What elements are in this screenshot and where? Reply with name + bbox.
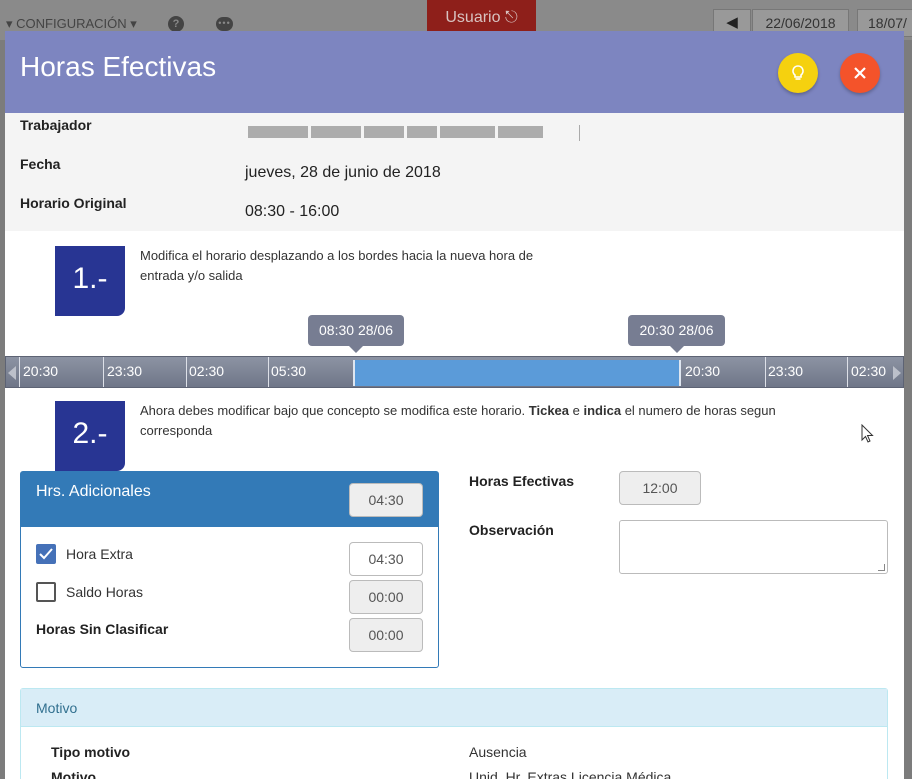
effective-hours-modal: Horas Efectivas Trabajador Fecha jueves,…	[5, 31, 904, 779]
timeline-tick-label: 20:30	[685, 363, 721, 379]
timeline-tick	[103, 357, 104, 387]
timeline-tick	[186, 357, 187, 387]
schedule-label: Horario Original	[20, 195, 127, 211]
additional-hours-title: Hrs. Adicionales	[36, 483, 151, 500]
step-2-text: Ahora debes modificar bajo que concepto …	[140, 401, 780, 441]
reason-title: Motivo	[36, 700, 78, 716]
arrow-left-icon: ◀	[726, 14, 738, 31]
config-menu-label: CONFIGURACIÓN	[16, 16, 127, 31]
check-icon	[39, 548, 53, 560]
unclassified-label: Horas Sin Clasificar	[36, 621, 169, 637]
step-2-bold-indicate: indica	[583, 403, 622, 418]
reason-type-value: Ausencia	[469, 744, 527, 760]
additional-hours-header: Hrs. Adicionales 04:30	[21, 472, 438, 527]
worker-name-redacted	[248, 126, 578, 140]
timeline-tick	[765, 357, 766, 387]
overtime-label: Hora Extra	[66, 546, 133, 562]
reason-header: Motivo	[21, 689, 887, 727]
logout-icon: ⎋	[504, 9, 518, 26]
observation-label: Observación	[469, 522, 554, 538]
lightbulb-icon	[792, 65, 804, 80]
reason-panel: Motivo Tipo motivo Ausencia Motivo Unid.…	[20, 688, 888, 779]
timeline-tick	[847, 357, 848, 387]
timeline-tick-label: 23:30	[107, 363, 143, 379]
balance-checkbox[interactable]	[36, 582, 56, 602]
additional-hours-panel: Hrs. Adicionales 04:30 Hora Extra 04:30 …	[20, 471, 439, 668]
date-label: Fecha	[20, 156, 61, 172]
unclassified-input: 00:00	[349, 618, 423, 652]
timeline-tick	[19, 357, 20, 387]
effective-hours-label: Horas Efectivas	[469, 473, 575, 489]
mouse-cursor-icon	[861, 424, 874, 443]
date-value: jueves, 28 de junio de 2018	[245, 164, 441, 181]
step-2-bold-tick: Tickea	[528, 403, 570, 418]
tip-button[interactable]	[778, 53, 818, 93]
modal-header: Horas Efectivas	[5, 31, 904, 113]
step-1-badge: 1.-	[55, 246, 125, 316]
timeline-tick-label: 20:30	[23, 363, 59, 379]
reason-type-label: Tipo motivo	[51, 744, 131, 760]
overtime-checkbox[interactable]	[36, 544, 56, 564]
reason-value: Unid. Hr. Extras Licencia Médica	[469, 769, 672, 779]
overtime-input[interactable]: 04:30	[349, 542, 423, 576]
observation-textarea[interactable]	[619, 520, 888, 574]
effective-hours-input: 12:00	[619, 471, 701, 505]
help-icon[interactable]: ?	[168, 16, 184, 32]
worker-info: Trabajador Fecha jueves, 28 de junio de …	[5, 113, 904, 231]
config-menu[interactable]: ▾ CONFIGURACIÓN ▾	[6, 16, 137, 32]
reason-label: Motivo	[51, 769, 97, 779]
user-button-label: Usuario	[445, 9, 501, 26]
step-1-text: Modifica el horario desplazando a los bo…	[140, 248, 534, 283]
worker-label: Trabajador	[20, 117, 92, 133]
text-caret	[579, 125, 580, 141]
step-2-text-a: Ahora debes modificar bajo que concepto …	[140, 403, 529, 418]
schedule-timeline[interactable]: 20:30 23:30 02:30 05:30 20:30 23:30 02:3…	[5, 356, 904, 388]
close-button[interactable]	[840, 53, 880, 93]
chat-icon[interactable]: •••	[216, 17, 233, 31]
schedule-value: 08:30 - 16:00	[245, 203, 340, 220]
timeline-tick-label: 05:30	[271, 363, 307, 379]
timeline-left-arrow-icon[interactable]	[8, 366, 16, 380]
timeline-tick-label: 23:30	[768, 363, 804, 379]
timeline-tick	[268, 357, 269, 387]
additional-hours-total: 04:30	[349, 483, 423, 517]
timeline-start-tooltip: 08:30 28/06	[308, 315, 404, 353]
balance-label: Saldo Horas	[66, 584, 144, 600]
timeline-end-tooltip: 20:30 28/06	[628, 315, 725, 353]
background-page-right	[904, 40, 912, 779]
timeline-selection[interactable]	[353, 360, 681, 386]
timeline-right-arrow-icon[interactable]	[893, 366, 901, 380]
timeline-tick-label: 02:30	[851, 363, 887, 379]
balance-input: 00:00	[349, 580, 423, 614]
step-2-badge: 2.-	[55, 401, 125, 471]
close-icon	[854, 67, 866, 79]
step-2-text-b: e	[569, 403, 584, 418]
timeline-tick-label: 02:30	[189, 363, 225, 379]
modal-title: Horas Efectivas	[20, 51, 217, 82]
